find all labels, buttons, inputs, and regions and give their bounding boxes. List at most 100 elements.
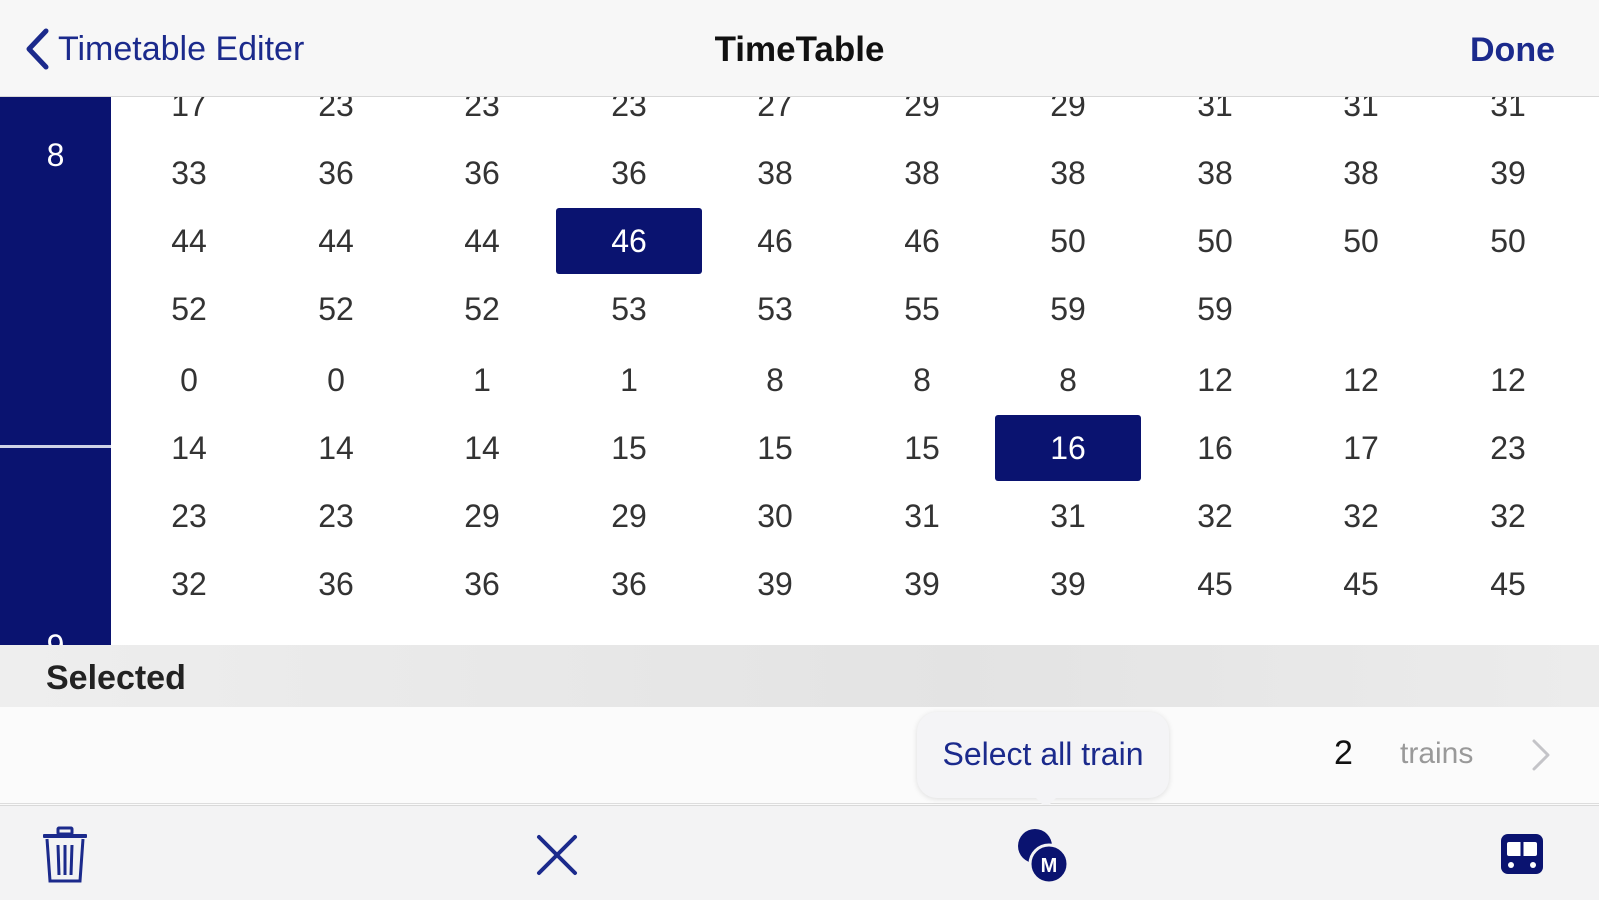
minute-cell[interactable]: 23 — [116, 483, 262, 549]
delete-button[interactable] — [30, 820, 100, 890]
minute-cell[interactable]: 50 — [995, 208, 1141, 274]
minute-cell[interactable]: 30 — [702, 483, 848, 549]
hour-header-8: 8 — [0, 97, 111, 445]
train-button[interactable] — [1487, 820, 1557, 890]
minute-cell[interactable]: 46 — [556, 208, 702, 274]
clear-selection-button[interactable] — [522, 820, 592, 890]
minute-cell[interactable]: 36 — [409, 551, 555, 617]
minute-cell[interactable]: 39 — [849, 551, 995, 617]
minute-cell[interactable]: 32 — [1435, 483, 1581, 549]
selected-header-label: Selected — [46, 659, 186, 697]
trash-icon — [43, 826, 87, 883]
chevron-right-icon — [1532, 739, 1550, 771]
minute-cell[interactable]: 44 — [116, 208, 262, 274]
minute-cell[interactable]: 23 — [1435, 415, 1581, 481]
minute-cell[interactable]: 16 — [1142, 415, 1288, 481]
selected-count: 2 — [1334, 734, 1353, 772]
minute-cell[interactable]: 8 — [995, 347, 1141, 413]
minute-cell[interactable]: 52 — [263, 276, 409, 342]
minute-cell[interactable]: 29 — [995, 97, 1141, 138]
minute-cell[interactable]: 14 — [409, 415, 555, 481]
minute-cell[interactable]: 23 — [556, 97, 702, 138]
minute-cell[interactable]: 23 — [263, 483, 409, 549]
selected-trains-row[interactable]: 2 trains — [0, 707, 1599, 804]
minute-cell[interactable]: 8 — [702, 347, 848, 413]
minute-cell[interactable]: 50 — [1288, 208, 1434, 274]
minute-cell[interactable]: 36 — [409, 140, 555, 206]
minute-cell[interactable]: 45 — [1435, 551, 1581, 617]
minute-cell[interactable]: 12 — [1435, 347, 1581, 413]
minute-cell[interactable]: 27 — [702, 97, 848, 138]
minute-cell[interactable]: 52 — [409, 276, 555, 342]
minute-cell[interactable]: 16 — [995, 415, 1141, 481]
selected-section-header: Selected — [0, 645, 1599, 707]
mode-badge: M — [1041, 855, 1058, 877]
minute-cell[interactable]: 45 — [1142, 551, 1288, 617]
minute-cell[interactable]: 38 — [1142, 140, 1288, 206]
chat-bubbles-icon: M — [1018, 829, 1070, 885]
hour-header-9: 9 — [0, 448, 111, 645]
minute-cell[interactable]: 29 — [556, 483, 702, 549]
minute-cell[interactable]: 0 — [116, 347, 262, 413]
minute-cell[interactable]: 38 — [849, 140, 995, 206]
minute-cell[interactable]: 44 — [409, 208, 555, 274]
select-all-train-button[interactable]: Select all train — [917, 712, 1169, 798]
chevron-left-icon — [26, 28, 49, 70]
minute-cell[interactable]: 39 — [702, 551, 848, 617]
minute-cell[interactable]: 53 — [556, 276, 702, 342]
minute-cell[interactable]: 23 — [263, 97, 409, 138]
minute-cell[interactable]: 32 — [1288, 483, 1434, 549]
minute-cell[interactable]: 44 — [263, 208, 409, 274]
minute-cell[interactable]: 52 — [116, 276, 262, 342]
minute-cell[interactable]: 39 — [1435, 140, 1581, 206]
minute-cell[interactable]: 53 — [702, 276, 848, 342]
minute-cell[interactable]: 0 — [263, 347, 409, 413]
minute-cell[interactable]: 15 — [556, 415, 702, 481]
back-button-label: Timetable Editer — [58, 29, 305, 68]
minute-cell[interactable]: 15 — [702, 415, 848, 481]
minute-cell[interactable]: 46 — [849, 208, 995, 274]
minute-cell[interactable]: 38 — [1288, 140, 1434, 206]
minute-cell[interactable]: 33 — [116, 140, 262, 206]
minute-cell[interactable]: 38 — [995, 140, 1141, 206]
minute-cell[interactable]: 32 — [1142, 483, 1288, 549]
minute-cell[interactable]: 59 — [995, 276, 1141, 342]
minute-cell[interactable]: 12 — [1288, 347, 1434, 413]
timetable-grid: 8 9 172323232729293131313336363638383838… — [0, 97, 1599, 645]
minute-cell[interactable]: 17 — [1288, 415, 1434, 481]
minute-cell[interactable]: 46 — [702, 208, 848, 274]
minute-cell[interactable]: 36 — [263, 551, 409, 617]
minute-cell[interactable]: 1 — [556, 347, 702, 413]
minute-cell[interactable]: 14 — [116, 415, 262, 481]
bottom-toolbar: M — [0, 805, 1599, 900]
minute-cell[interactable]: 23 — [409, 97, 555, 138]
minute-cell[interactable]: 32 — [116, 551, 262, 617]
minute-cell[interactable]: 1 — [409, 347, 555, 413]
minute-cell[interactable]: 31 — [1288, 97, 1434, 138]
back-button[interactable]: Timetable Editer — [24, 22, 304, 76]
minute-cell[interactable]: 59 — [1142, 276, 1288, 342]
minute-cell[interactable]: 50 — [1435, 208, 1581, 274]
done-button[interactable]: Done — [1470, 22, 1555, 76]
minute-cell[interactable]: 45 — [1288, 551, 1434, 617]
minute-cell[interactable]: 31 — [1435, 97, 1581, 138]
minute-cell[interactable]: 36 — [556, 140, 702, 206]
close-icon — [537, 835, 577, 875]
minute-cell[interactable]: 8 — [849, 347, 995, 413]
minute-cell[interactable]: 31 — [995, 483, 1141, 549]
minute-cell[interactable]: 31 — [1142, 97, 1288, 138]
minute-cell[interactable]: 36 — [263, 140, 409, 206]
minute-cell[interactable]: 12 — [1142, 347, 1288, 413]
minute-cell[interactable]: 17 — [116, 97, 262, 138]
minute-cell[interactable]: 29 — [849, 97, 995, 138]
minute-cell[interactable]: 39 — [995, 551, 1141, 617]
select-mode-button[interactable]: M — [1007, 820, 1077, 890]
minute-cell[interactable]: 50 — [1142, 208, 1288, 274]
minute-cell[interactable]: 36 — [556, 551, 702, 617]
minute-cell[interactable]: 38 — [702, 140, 848, 206]
minute-cell[interactable]: 15 — [849, 415, 995, 481]
minute-cell[interactable]: 55 — [849, 276, 995, 342]
minute-cell[interactable]: 29 — [409, 483, 555, 549]
minute-cell[interactable]: 31 — [849, 483, 995, 549]
minute-cell[interactable]: 14 — [263, 415, 409, 481]
